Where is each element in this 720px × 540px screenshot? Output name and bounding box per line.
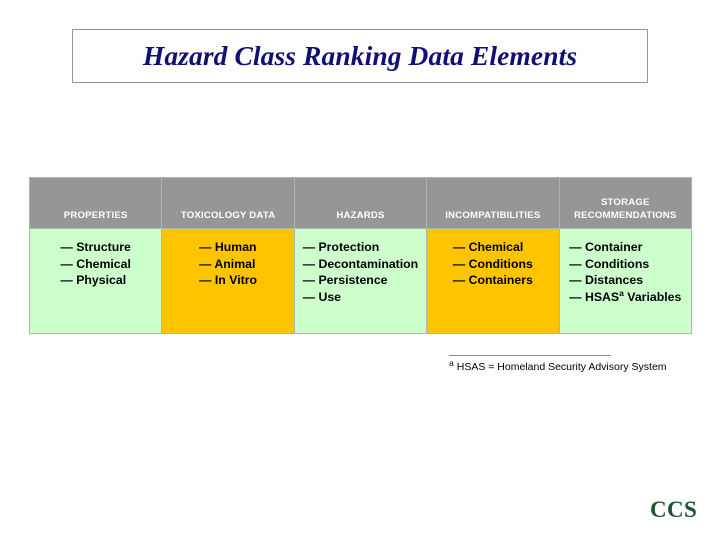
item-list-hazards: — Protection — Decontamination — Persist… [303, 239, 418, 305]
cell-hazards: — Protection — Decontamination — Persist… [293, 228, 428, 334]
list-item: — Protection [302, 240, 380, 254]
list-item: — Chemical [452, 240, 524, 254]
list-item-hsas: — HSASa Variables [569, 288, 682, 306]
footnote-marker: a [449, 357, 454, 368]
table-row: — Structure — Chemical — Physical — Huma… [28, 228, 693, 334]
cell-properties: — Structure — Chemical — Physical [28, 228, 163, 334]
list-item: — Conditions [569, 256, 650, 271]
item-list-toxicology-data: — Human — Animal — In Vitro [199, 239, 257, 289]
list-item: — Distances [569, 273, 644, 287]
footnote-block: a HSAS = Homeland Security Advisory Syste… [449, 355, 699, 374]
column-header-properties: PROPERTIES [28, 177, 163, 229]
list-item: — Animal [199, 256, 256, 271]
page-title: Hazard Class Ranking Data Elements [142, 40, 578, 71]
column-header-hazards: HAZARDS [293, 177, 428, 229]
item-list-storage-recommendations: — Container — Conditions — Distances — H… [569, 239, 681, 305]
table-header: PROPERTIES TOXICOLOGY DATA HAZARDS INCOM… [28, 177, 693, 229]
item-list-incompatibilities: — Chemical — Conditions — Containers [453, 239, 533, 289]
item-list-properties: — Structure — Chemical — Physical [61, 239, 131, 289]
list-item: — Decontamination [302, 256, 419, 271]
footnote-divider [449, 355, 611, 356]
column-header-storage-recommendations: STORAGE RECOMMENDATIONS [558, 177, 693, 229]
column-header-incompatibilities: INCOMPATIBILITIES [426, 177, 560, 229]
list-item: — Structure [60, 240, 131, 254]
cell-incompatibilities: — Chemical — Conditions — Containers [426, 228, 560, 334]
list-item: — Container [569, 240, 643, 254]
column-header-toxicology-data: TOXICOLOGY DATA [161, 177, 295, 229]
ccs-logo: CCS [650, 497, 698, 522]
list-item: — Conditions [452, 256, 533, 271]
footnote-text: a HSAS = Homeland Security Advisory Syste… [449, 357, 699, 374]
cell-storage-recommendations: — Container — Conditions — Distances — H… [558, 228, 693, 334]
list-item: — In Vitro [199, 273, 258, 287]
list-item: — Physical [60, 273, 127, 287]
list-item: — Human [199, 240, 257, 254]
table-body: — Structure — Chemical — Physical — Huma… [28, 228, 693, 334]
list-item-hsas-label: — HSAS [569, 289, 620, 304]
hazard-class-data-table: PROPERTIES TOXICOLOGY DATA HAZARDS INCOM… [28, 177, 693, 334]
list-item: — Containers [452, 273, 533, 287]
list-item: — Use [302, 289, 342, 304]
title-box: Hazard Class Ranking Data Elements [72, 29, 648, 83]
list-item: — Chemical [60, 256, 131, 271]
list-item: — Persistence [302, 273, 388, 287]
footnote-body: HSAS = Homeland Security Advisory System [456, 361, 667, 373]
table-header-row: PROPERTIES TOXICOLOGY DATA HAZARDS INCOM… [28, 177, 693, 229]
cell-toxicology-data: — Human — Animal — In Vitro [161, 228, 295, 334]
list-item-hsas-suffix: Variables [623, 289, 682, 304]
